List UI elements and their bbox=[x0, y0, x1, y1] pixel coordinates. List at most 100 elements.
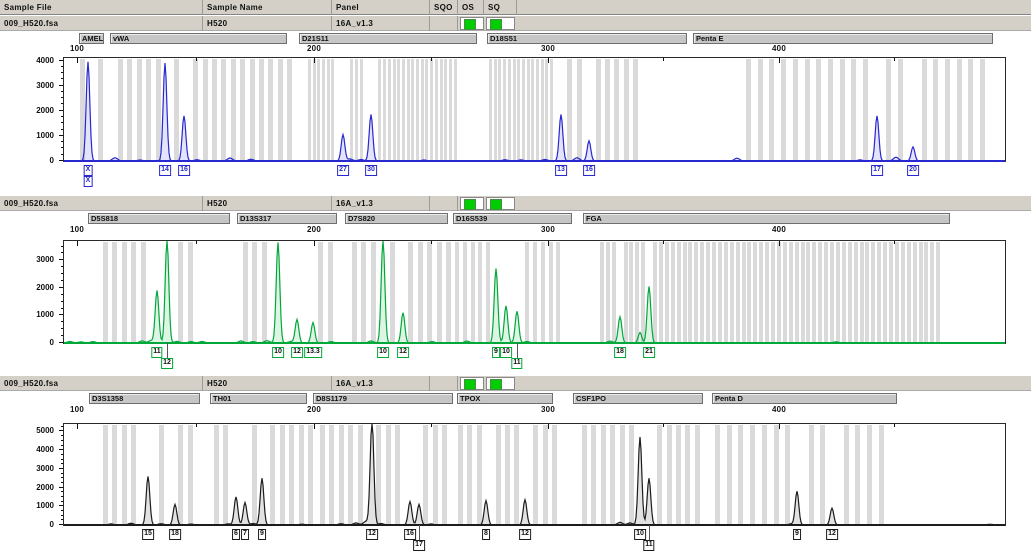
allele-label[interactable]: 9 bbox=[258, 529, 266, 540]
sample-file-cell[interactable]: 009_H520.fsa bbox=[0, 16, 203, 31]
x-axis-tick-label: 200 bbox=[307, 405, 321, 414]
sample-file-cell[interactable]: 009_H520.fsa bbox=[0, 376, 203, 391]
allele-label[interactable]: 17 bbox=[871, 165, 883, 176]
allele-label[interactable]: 20 bbox=[907, 165, 919, 176]
allele-label[interactable]: 13.3 bbox=[304, 347, 322, 358]
sample-file-cell[interactable]: 009_H520.fsa bbox=[0, 196, 203, 211]
y-axis-minor-tick bbox=[61, 294, 63, 295]
electropherogram-plot[interactable] bbox=[63, 423, 1006, 526]
allele-label[interactable]: 8 bbox=[482, 529, 490, 540]
allele-label[interactable]: 7 bbox=[241, 529, 249, 540]
electropherogram-plot[interactable] bbox=[63, 240, 1006, 344]
allele-label[interactable]: X bbox=[84, 165, 93, 176]
y-axis-minor-tick bbox=[61, 328, 63, 329]
marker-bar-vwa: vWA bbox=[110, 33, 287, 44]
sample-name-cell[interactable]: H520 bbox=[203, 16, 332, 31]
y-axis-tick-label: 3000 bbox=[0, 81, 54, 90]
allele-label[interactable]: 16 bbox=[404, 529, 416, 540]
y-axis-minor-tick bbox=[61, 122, 63, 123]
column-header-sample-file[interactable]: Sample File bbox=[0, 0, 203, 15]
panel-cell[interactable]: 16A_v1.3 bbox=[332, 376, 430, 391]
allele-label[interactable]: 6 bbox=[232, 529, 240, 540]
allele-label[interactable]: 12 bbox=[161, 358, 173, 369]
x-axis-major-tick bbox=[314, 424, 315, 429]
y-axis-major-tick bbox=[59, 468, 63, 469]
allele-label[interactable]: 12 bbox=[826, 529, 838, 540]
allele-label[interactable]: 11 bbox=[151, 347, 162, 358]
allele-label[interactable]: 9 bbox=[492, 347, 500, 358]
electropherogram-row-black: 009_H520.fsa H520 16A_v1.3 D3S1358TH01D8… bbox=[0, 376, 1031, 549]
x-axis-tick-label: 400 bbox=[772, 44, 786, 53]
sq-pass-indicator bbox=[490, 379, 502, 390]
sqo-cell[interactable] bbox=[430, 376, 458, 391]
allele-label[interactable]: 27 bbox=[337, 165, 349, 176]
os-pass-indicator bbox=[464, 379, 476, 390]
allele-label[interactable]: 12 bbox=[397, 347, 409, 358]
allele-label[interactable]: 10 bbox=[272, 347, 284, 358]
x-axis-tick-label: 200 bbox=[307, 225, 321, 234]
column-header-os[interactable]: OS bbox=[458, 0, 484, 15]
trace-svg bbox=[64, 58, 1005, 162]
marker-bar-d18s51: D18S51 bbox=[487, 33, 687, 44]
panel-cell[interactable]: 16A_v1.3 bbox=[332, 16, 430, 31]
x-axis-major-tick bbox=[779, 241, 780, 246]
column-header-sq[interactable]: SQ bbox=[484, 0, 517, 15]
sqo-cell[interactable] bbox=[430, 196, 458, 211]
y-axis-minor-tick bbox=[61, 435, 63, 436]
allele-label[interactable]: 17 bbox=[413, 540, 425, 551]
y-axis-minor-tick bbox=[61, 321, 63, 322]
allele-label[interactable]: 18 bbox=[614, 347, 626, 358]
allele-label[interactable]: 9 bbox=[793, 529, 801, 540]
x-axis-tick-label: 200 bbox=[307, 44, 321, 53]
y-axis-minor-tick bbox=[61, 463, 63, 464]
allele-label[interactable]: 10 bbox=[377, 347, 389, 358]
y-axis-tick-label: 3000 bbox=[0, 255, 54, 264]
column-header-sample-name[interactable]: Sample Name bbox=[203, 0, 332, 15]
y-axis-minor-tick bbox=[61, 273, 63, 274]
allele-label[interactable]: 12 bbox=[519, 529, 531, 540]
allele-label[interactable]: 11 bbox=[643, 540, 654, 551]
sqo-cell[interactable] bbox=[430, 16, 458, 31]
allele-leader-line bbox=[167, 343, 168, 358]
allele-label[interactable]: 14 bbox=[159, 165, 171, 176]
y-axis-tick-label: 2000 bbox=[0, 483, 54, 492]
x-axis-minor-tick bbox=[663, 241, 664, 244]
allele-label[interactable]: 21 bbox=[643, 347, 655, 358]
x-axis-major-tick bbox=[548, 241, 549, 246]
marker-bar-d21s11: D21S11 bbox=[299, 33, 477, 44]
allele-label[interactable]: 18 bbox=[169, 529, 181, 540]
panel-cell[interactable]: 16A_v1.3 bbox=[332, 196, 430, 211]
sample-info-row[interactable]: 009_H520.fsa H520 16A_v1.3 bbox=[0, 376, 1031, 391]
y-axis: 010002000300040005000 bbox=[0, 423, 63, 525]
y-axis-minor-tick bbox=[61, 501, 63, 502]
column-header-panel[interactable]: Panel bbox=[332, 0, 430, 15]
column-header-sqo[interactable]: SQO bbox=[430, 0, 458, 15]
y-axis-tick-label: 4000 bbox=[0, 56, 54, 65]
allele-label[interactable]: 13 bbox=[555, 165, 567, 176]
allele-label[interactable]: 10 bbox=[634, 529, 646, 540]
allele-label[interactable]: 16 bbox=[583, 165, 595, 176]
x-axis-tick-label: 400 bbox=[772, 225, 786, 234]
sample-info-row[interactable]: 009_H520.fsa H520 16A_v1.3 bbox=[0, 16, 1031, 31]
allele-label[interactable]: 12 bbox=[291, 347, 303, 358]
allele-label[interactable]: 16 bbox=[178, 165, 190, 176]
allele-label[interactable]: 30 bbox=[365, 165, 377, 176]
sample-name-cell[interactable]: H520 bbox=[203, 196, 332, 211]
y-axis-minor-tick bbox=[61, 252, 63, 253]
y-axis-major-tick bbox=[59, 110, 63, 111]
y-axis-tick-label: 1000 bbox=[0, 501, 54, 510]
allele-label[interactable]: 12 bbox=[366, 529, 378, 540]
sample-info-row[interactable]: 009_H520.fsa H520 16A_v1.3 bbox=[0, 196, 1031, 211]
x-axis-major-tick bbox=[314, 58, 315, 63]
allele-label[interactable]: 11 bbox=[511, 358, 522, 369]
y-axis-minor-tick bbox=[61, 129, 63, 130]
allele-label[interactable]: X bbox=[84, 176, 93, 187]
marker-bar-fga: FGA bbox=[583, 213, 950, 224]
x-axis-tick-label: 300 bbox=[541, 44, 555, 53]
y-axis-major-tick bbox=[59, 314, 63, 315]
allele-label[interactable]: 15 bbox=[142, 529, 154, 540]
sample-name-cell[interactable]: H520 bbox=[203, 376, 332, 391]
electropherogram-plot[interactable] bbox=[63, 57, 1006, 162]
y-axis-major-tick bbox=[59, 60, 63, 61]
allele-label[interactable]: 10 bbox=[500, 347, 512, 358]
